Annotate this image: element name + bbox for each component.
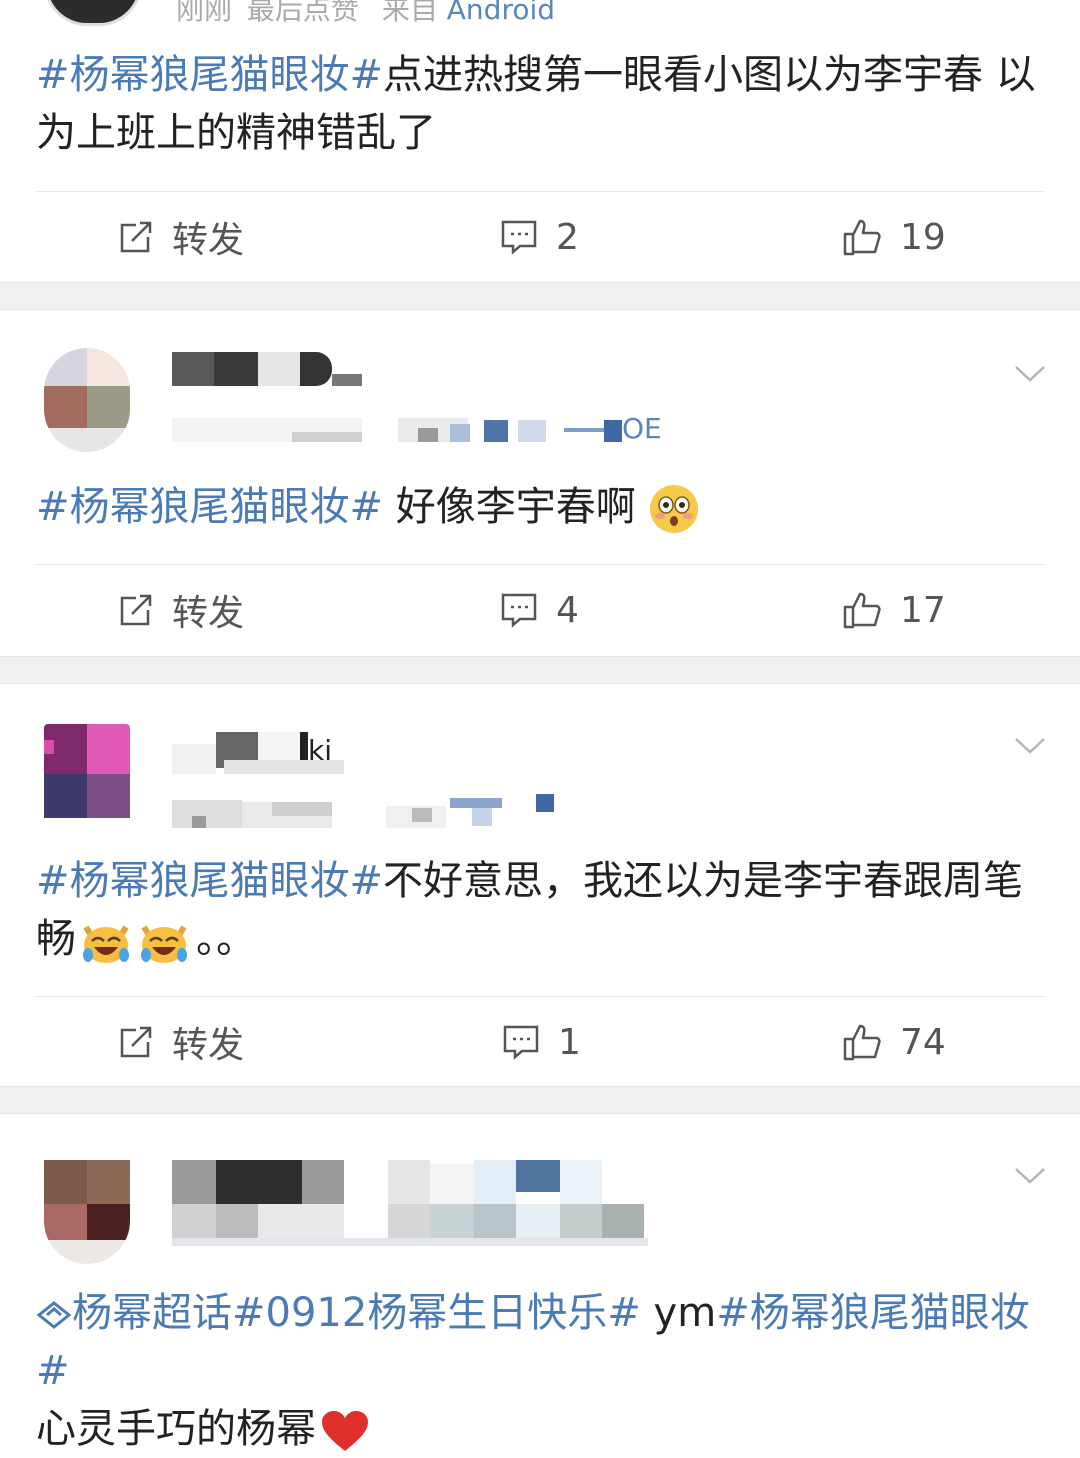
- like-count: 17: [900, 589, 946, 631]
- post-text: 心灵手巧的杨幂: [36, 1406, 316, 1452]
- chevron-down-icon[interactable]: [1014, 1166, 1046, 1186]
- chevron-down-icon[interactable]: [1014, 736, 1046, 756]
- crying-laughing-cat-emoji: [141, 925, 187, 963]
- post-body: #杨幂狼尾猫眼妆#点进热搜第一眼看小图以为李宇春 以为上班上的精神错乱了: [36, 46, 1046, 162]
- divider: [36, 191, 1044, 192]
- avatar[interactable]: [44, 348, 130, 452]
- thumbs-up-icon: [843, 219, 881, 256]
- feed-separator: [0, 282, 1080, 310]
- post-meta: 刚刚 最后点赞 来自 Android: [176, 0, 555, 28]
- post-body: 杨幂超话#0912杨幂生日快乐# ym#杨幂狼尾猫眼妆# 心灵手巧的杨幂: [36, 1284, 1046, 1458]
- feed-separator: [0, 656, 1080, 684]
- post-body: #杨幂狼尾猫眼妆#不好意思，我还以为是李宇春跟周笔畅。。: [36, 852, 1046, 968]
- comment-icon: [501, 220, 537, 255]
- repost-label: 转发: [172, 593, 245, 634]
- thumbs-up-icon: [843, 592, 881, 629]
- username-redacted[interactable]: [172, 352, 362, 386]
- like-button[interactable]: 17: [842, 585, 946, 635]
- avatar[interactable]: [44, 1160, 130, 1264]
- repost-label: 转发: [172, 220, 245, 261]
- post-from: 来自: [381, 0, 438, 26]
- repost-button[interactable]: 转发: [118, 1017, 244, 1067]
- repost-button[interactable]: 转发: [118, 212, 244, 262]
- divider: [36, 996, 1044, 997]
- post-meta-redacted: OE: [172, 408, 662, 444]
- divider: [36, 564, 1044, 565]
- hashtag[interactable]: #杨幂狼尾猫眼妆#: [36, 484, 383, 530]
- post-meta-redacted: [172, 1204, 648, 1248]
- comment-button[interactable]: 1: [502, 1017, 581, 1067]
- post-body: #杨幂狼尾猫眼妆# 好像李宇春啊: [36, 478, 1046, 536]
- feed-separator: [0, 1086, 1080, 1114]
- crying-laughing-cat-emoji: [83, 925, 129, 963]
- username-redacted[interactable]: ki: [172, 730, 352, 774]
- comment-count: 4: [556, 589, 579, 631]
- post-time: 刚刚: [176, 0, 233, 26]
- avatar[interactable]: [44, 724, 130, 828]
- repost-icon: [120, 221, 152, 253]
- thumbs-up-icon: [843, 1024, 881, 1061]
- post-text: 好像李宇春啊: [383, 484, 636, 530]
- like-button[interactable]: 74: [842, 1017, 946, 1067]
- hashtag[interactable]: #杨幂狼尾猫眼妆#: [36, 52, 383, 98]
- hashtag[interactable]: #杨幂狼尾猫眼妆#: [36, 858, 383, 904]
- repost-label: 转发: [172, 1025, 245, 1066]
- username-redacted[interactable]: [172, 1160, 648, 1204]
- repost-button[interactable]: 转发: [118, 585, 244, 635]
- post-trailing-text: 。。: [196, 916, 256, 962]
- comment-icon: [501, 593, 537, 628]
- post-last-like: 最后点赞: [246, 0, 359, 26]
- comment-count: 1: [558, 1021, 581, 1063]
- super-topic-diamond-icon[interactable]: [36, 1300, 72, 1330]
- repost-icon: [120, 594, 152, 626]
- hashtag[interactable]: #0912杨幂生日快乐#: [232, 1290, 641, 1336]
- comment-count: 2: [556, 216, 579, 258]
- like-count: 74: [900, 1021, 946, 1063]
- comment-icon: [503, 1025, 539, 1060]
- post-card-3: ki #杨幂狼尾猫眼妆#不好意思，我还以为是李宇春跟周笔畅。。 转发 1 74: [0, 684, 1080, 1086]
- like-count: 19: [900, 216, 946, 258]
- post-device[interactable]: Android: [447, 0, 555, 26]
- flushed-face-emoji: [650, 485, 699, 533]
- post-card-4: 杨幂超话#0912杨幂生日快乐# ym#杨幂狼尾猫眼妆# 心灵手巧的杨幂: [0, 1114, 1080, 1452]
- chevron-down-icon[interactable]: [1014, 364, 1046, 384]
- comment-button[interactable]: 4: [500, 585, 579, 635]
- super-topic-link[interactable]: 杨幂超话: [72, 1290, 232, 1336]
- repost-icon: [120, 1026, 152, 1058]
- post-text: ym: [640, 1290, 717, 1336]
- post-card-2: OE #杨幂狼尾猫眼妆# 好像李宇春啊 转发 4 17: [0, 310, 1080, 656]
- avatar-partial[interactable]: [44, 0, 142, 26]
- comment-button[interactable]: 2: [500, 212, 579, 262]
- post-meta-redacted: [172, 794, 562, 828]
- like-button[interactable]: 19: [842, 212, 946, 262]
- post-card-1: 刚刚 最后点赞 来自 Android #杨幂狼尾猫眼妆#点进热搜第一眼看小图以为…: [0, 0, 1080, 282]
